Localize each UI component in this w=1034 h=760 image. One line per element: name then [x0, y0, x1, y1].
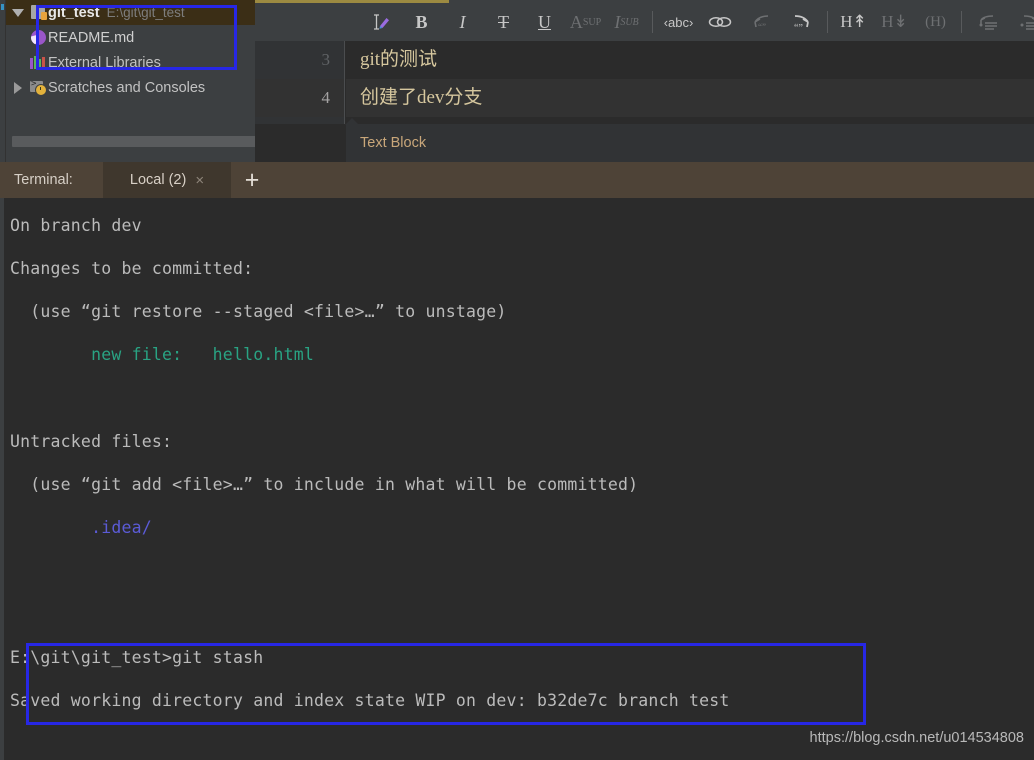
svg-text:“”: “” [758, 22, 766, 32]
header-increase-icon[interactable]: H↟ [833, 5, 874, 39]
list-indent-icon[interactable] [1008, 5, 1034, 39]
tree-row-readme[interactable]: README.md [6, 25, 255, 50]
console-left-edge [0, 198, 4, 760]
project-horizontal-scrollbar[interactable] [12, 135, 255, 148]
console-line-command-prompt: E:\git\git_test>git stash [10, 648, 264, 667]
new-terminal-tab-button[interactable]: + [232, 162, 272, 198]
breadcrumb-text-block[interactable]: Text Block [360, 135, 426, 151]
line-number-gutter: 3 4 [255, 41, 345, 124]
terminal-tab-title: Local (2) [129, 172, 187, 188]
tree-label-scratches: Scratches and Consoles [48, 79, 206, 96]
header-remove-icon[interactable]: (H) [915, 5, 956, 39]
bold-icon[interactable]: B [401, 5, 442, 39]
subscript-icon[interactable]: I SUB [606, 5, 647, 39]
editor-area: B I T U A SUP I SUB ‹abc› “” “” H↟ H↡ (H… [255, 0, 1034, 162]
console-line: (use “git restore --staged <file>…” to u… [10, 302, 507, 321]
editor-text-lines[interactable]: git的测试 创建了dev分支 [346, 41, 1034, 124]
libraries-icon [28, 56, 48, 69]
markdown-toolbar[interactable]: B I T U A SUP I SUB ‹abc› “” “” H↟ H↡ (H… [255, 3, 1034, 41]
italic-icon[interactable]: I [442, 5, 483, 39]
toolbar-divider [652, 11, 653, 33]
console-line-staged-file: new file: hello.html [10, 345, 315, 364]
terminal-tab-local-2[interactable]: Local (2) × [103, 162, 231, 198]
chevron-down-icon[interactable] [8, 8, 28, 17]
breadcrumb[interactable]: Text Block [346, 124, 1034, 162]
underline-icon[interactable]: U [524, 5, 565, 39]
console-line-untracked-file: .idea/ [10, 518, 152, 537]
editor-line[interactable]: 创建了dev分支 [346, 79, 1034, 117]
console-line: (use “git add <file>…” to include in wha… [10, 475, 639, 494]
tree-label-git-test: git_test [48, 4, 100, 21]
toolbar-divider [827, 11, 828, 33]
module-folder-icon [28, 4, 48, 20]
edit-pencil-icon[interactable] [360, 5, 401, 39]
terminal-tool-window-label: Terminal: [14, 172, 73, 188]
rail-marker-icon [1, 4, 4, 10]
console-line: On branch dev [10, 216, 142, 235]
editor-line[interactable]: git的测试 [346, 41, 1034, 79]
top-region: git_test E:\git\git_test README.md Exter… [0, 0, 1034, 162]
close-icon[interactable]: × [195, 173, 204, 188]
line-number: 4 [255, 79, 344, 117]
tree-row-git-test[interactable]: git_test E:\git\git_test [6, 0, 255, 25]
code-span-icon[interactable]: ‹abc› [658, 5, 699, 39]
svg-text:“”: “” [794, 23, 803, 32]
tree-path-git-test: E:\git\git_test [106, 5, 185, 20]
scratches-icon [28, 79, 48, 96]
tree-label-readme: README.md [48, 29, 135, 46]
list-outdent-icon[interactable] [967, 5, 1008, 39]
terminal-console[interactable]: On branch dev Changes to be committed: (… [0, 198, 1034, 760]
superscript-icon[interactable]: A SUP [565, 5, 606, 39]
line-number: 3 [321, 50, 331, 69]
editor-body[interactable]: 3 4 git的测试 创建了dev分支 Text Block [255, 41, 1034, 162]
terminal-tab-bar: Terminal: Local (2) × + [0, 162, 1034, 198]
console-line: Changes to be committed: [10, 259, 254, 278]
chevron-right-icon[interactable] [8, 81, 28, 94]
watermark: https://blog.csdn.net/u014534808 [809, 730, 1024, 746]
link-icon[interactable] [699, 5, 740, 39]
unquote-icon[interactable]: “” [740, 5, 781, 39]
scrollbar-thumb[interactable] [12, 136, 255, 147]
strikethrough-icon[interactable]: T [483, 5, 524, 39]
ide-window: git_test E:\git\git_test README.md Exter… [0, 0, 1034, 760]
markdown-file-icon [28, 30, 48, 45]
header-decrease-icon[interactable]: H↡ [874, 5, 915, 39]
console-line: Untracked files: [10, 432, 173, 451]
toolbar-divider [961, 11, 962, 33]
tree-row-external-libraries[interactable]: External Libraries [6, 50, 255, 75]
tree-label-external-libraries: External Libraries [48, 54, 161, 71]
console-line-stash-result: Saved working directory and index state … [10, 691, 730, 710]
blockquote-icon[interactable]: “” [781, 5, 822, 39]
tree-row-scratches[interactable]: Scratches and Consoles [6, 75, 255, 100]
project-tool-window[interactable]: git_test E:\git\git_test README.md Exter… [6, 0, 255, 162]
